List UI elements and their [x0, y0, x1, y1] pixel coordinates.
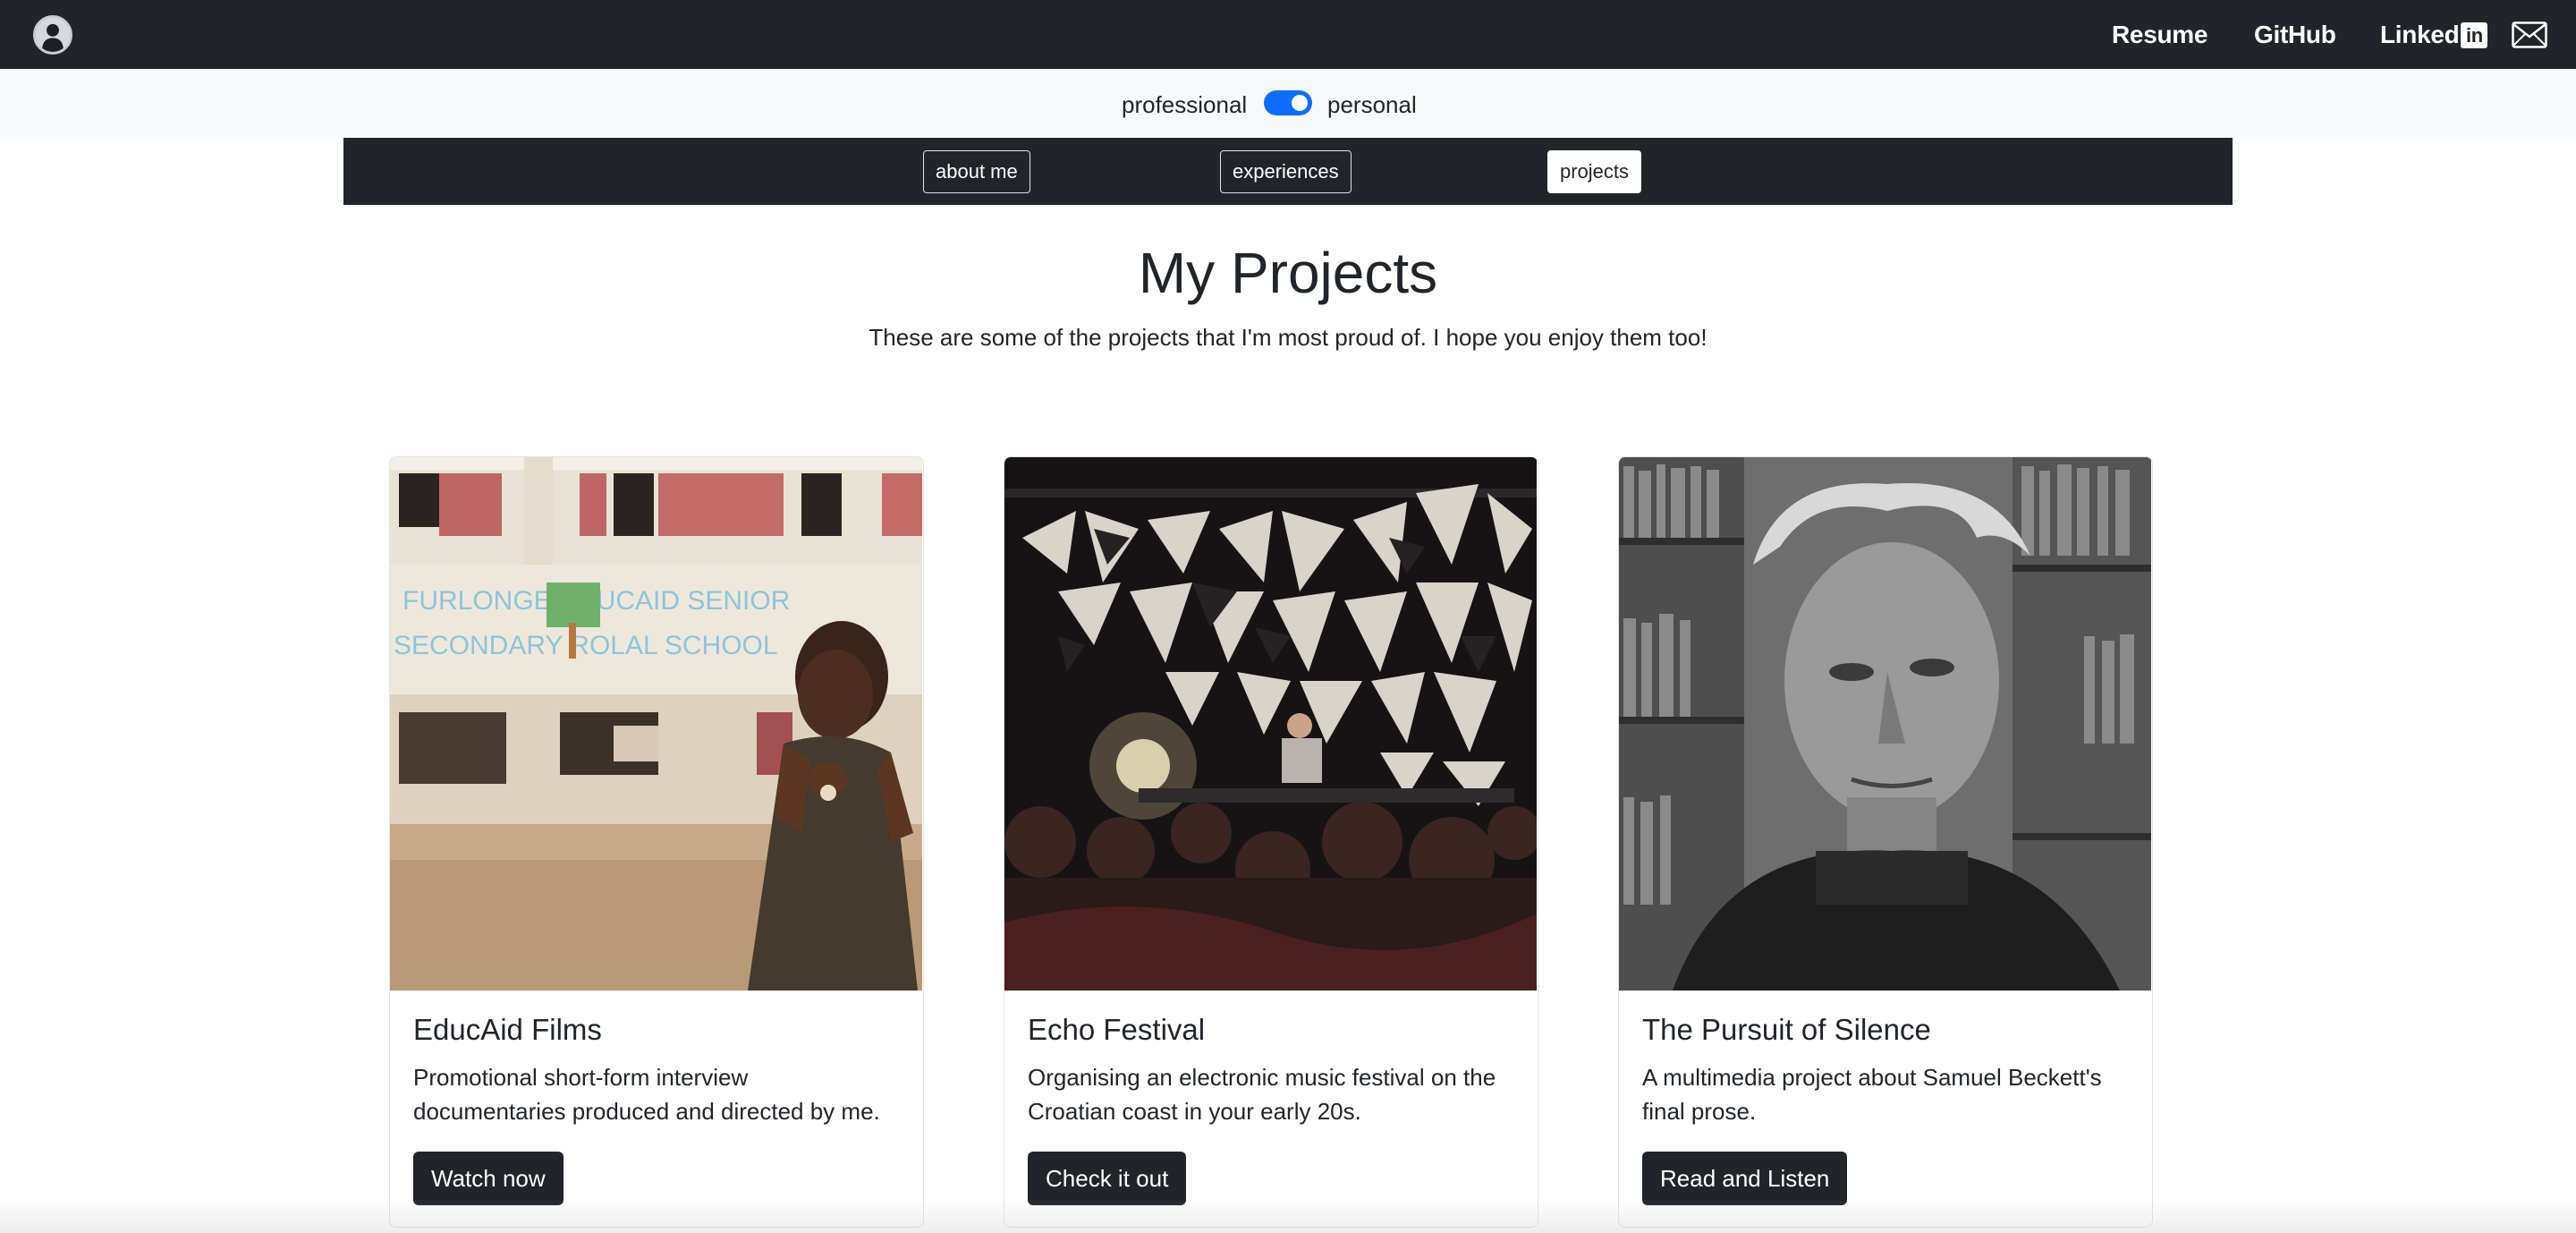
- mode-toggle-switch[interactable]: [1264, 90, 1312, 115]
- card-description: Promotional short-form interview documen…: [413, 1064, 880, 1125]
- card-title: Echo Festival: [1028, 1013, 1206, 1046]
- personal-label: personal: [1327, 91, 1417, 118]
- echo-festival-photo: [1004, 457, 1537, 991]
- section-nav: about me experiences projects: [343, 138, 2233, 205]
- linkedin-link[interactable]: Linked in: [2380, 20, 2488, 50]
- card-title: The Pursuit of Silence: [1642, 1013, 1931, 1046]
- card-description: A multimedia project about Samuel Becket…: [1642, 1064, 2102, 1125]
- project-card-echo: Echo Festival Organising an electronic m…: [1004, 456, 1538, 1228]
- about-me-button[interactable]: about me: [923, 150, 1030, 193]
- toggle-knob: [1292, 95, 1308, 111]
- linkedin-icon: in: [2461, 21, 2488, 48]
- professional-label: professional: [1122, 91, 1248, 118]
- read-and-listen-button[interactable]: Read and Listen: [1642, 1152, 1848, 1205]
- page-title: My Projects: [1138, 241, 1438, 305]
- watch-now-button[interactable]: Watch now: [413, 1152, 564, 1205]
- page-subtitle: These are some of the projects that I'm …: [869, 324, 1707, 351]
- experiences-button[interactable]: experiences: [1220, 150, 1352, 193]
- top-navbar: Resume GitHub Linked in: [0, 0, 2576, 69]
- card-description: Organising an electronic music festival …: [1028, 1064, 1496, 1125]
- educaid-photo: FURLONGE EDUCAID SENIOR SECONDARY ROLAL …: [390, 457, 922, 991]
- github-link[interactable]: GitHub: [2254, 20, 2336, 50]
- projects-button[interactable]: projects: [1547, 150, 1642, 193]
- project-card-educaid: FURLONGE EDUCAID SENIOR SECONDARY ROLAL …: [389, 456, 924, 1228]
- user-avatar-icon[interactable]: [33, 15, 72, 55]
- envelope-icon[interactable]: [2512, 21, 2547, 48]
- card-title: EducAid Films: [413, 1013, 602, 1046]
- resume-link[interactable]: Resume: [2112, 20, 2207, 50]
- linkedin-text: Linked: [2380, 21, 2460, 48]
- school-sign-line2: SECONDARY ROLAL SCHOOL: [394, 631, 778, 660]
- samuel-beckett-photo: [1619, 457, 2151, 991]
- project-card-pursuit: The Pursuit of Silence A multimedia proj…: [1618, 456, 2153, 1228]
- check-it-out-button[interactable]: Check it out: [1028, 1152, 1187, 1205]
- mode-toggle-bar: professional personal: [0, 69, 2576, 138]
